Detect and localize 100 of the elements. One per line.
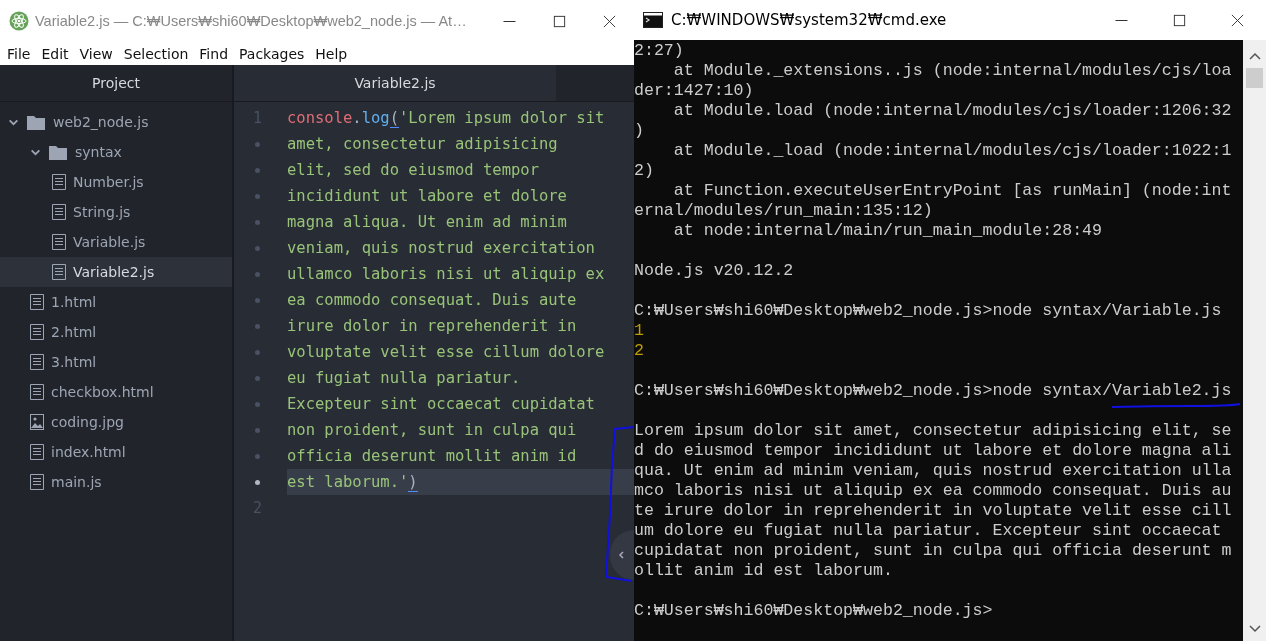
wrap-marker-icon — [255, 245, 260, 251]
tree-item[interactable]: Number.js — [0, 167, 232, 197]
console-line: at Module._load (node:internal/modules/cjs/loader:1022:1 — [672, 142, 1232, 160]
console-line: der:1427:10) — [634, 82, 754, 100]
code-line: Excepteur sint occaecat cupidatat — [287, 394, 596, 415]
menu-item[interactable]: Selection — [118, 42, 194, 65]
panel-title: Project — [0, 65, 232, 102]
code-line: veniam, quis nostrud exercitation — [287, 238, 596, 259]
console-line: te irure dolor in reprehenderit in voluptate velit esse cill — [634, 502, 1232, 520]
file-icon — [52, 174, 66, 190]
console-line: cupidatat non proident, sunt in culpa qui officia deserunt m — [634, 542, 1232, 560]
code-line: ullamco laboris nisi ut aliquip ex — [287, 264, 606, 285]
console-line: ollit anim id est laborum. — [634, 562, 893, 580]
console-line: qua. Ut enim ad minim veniam, quis nostrud exercitation ulla — [634, 462, 1232, 480]
tree-item[interactable]: web2_node.js — [0, 107, 232, 137]
maximize-icon — [551, 13, 567, 29]
code-line: elit, sed do eiusmod tempor — [287, 160, 540, 181]
scroll-up-icon[interactable] — [1248, 52, 1261, 60]
minimize-icon — [501, 20, 517, 22]
image-file-icon — [30, 414, 44, 430]
scroll-down-icon[interactable] — [1248, 625, 1261, 633]
tree-item[interactable]: coding.jpg — [0, 407, 232, 437]
wrap-marker-icon — [255, 193, 260, 199]
wrap-marker-icon — [255, 349, 260, 355]
console-icon — [643, 12, 663, 28]
menu-item[interactable]: Edit — [36, 42, 74, 65]
file-icon — [52, 234, 66, 250]
console-line: Lorem ipsum dolor sit amet, consectetur adipisicing elit, se — [634, 422, 1232, 440]
tree-item[interactable]: Variable.js — [0, 227, 232, 257]
menu-item[interactable]: Packages — [234, 42, 310, 65]
file-icon — [30, 474, 44, 490]
wrap-marker-icon — [255, 375, 260, 381]
console-line: Node.js v20.12.2 — [634, 262, 794, 280]
console-output: 1 — [634, 322, 644, 340]
editor-tab[interactable]: Variable2.js — [234, 65, 556, 101]
console-line: at Function.executeUserEntryPoint [as runMain] (node:int — [672, 182, 1232, 200]
tree-item[interactable]: checkbox.html — [0, 377, 232, 407]
console-line: 2) — [634, 162, 654, 180]
wrap-marker-icon — [255, 401, 260, 407]
console-line: C:₩Users₩shi60₩Desktop₩web2_node.js> — [634, 602, 993, 620]
tree-item[interactable]: Variable2.js — [0, 257, 232, 287]
code-line: magna aliqua. Ut enim ad minim — [287, 212, 568, 233]
console-line: at node:internal/main/run_main_module:28:49 — [672, 222, 1103, 240]
file-icon — [52, 204, 66, 220]
console-line: ernal/modules/run_main:135:12) — [634, 202, 933, 220]
maximize-icon — [1171, 12, 1187, 28]
minimize-icon — [1113, 19, 1129, 21]
wrap-marker-icon — [255, 479, 260, 485]
tree-item[interactable]: 2.html — [0, 317, 232, 347]
tree-item[interactable]: 3.html — [0, 347, 232, 377]
console-line: ) — [634, 122, 644, 140]
menu-item[interactable]: Help — [310, 42, 353, 65]
file-icon — [30, 384, 44, 400]
wrap-marker-icon — [255, 297, 260, 303]
code-line: voluptate velit esse cillum dolore — [287, 342, 606, 363]
code-line: non proident, sunt in culpa qui — [287, 420, 578, 441]
close-icon — [601, 13, 617, 29]
console-line: mco laboris nisi ut aliquip ex ea commodo consequat. Duis au — [634, 482, 1232, 500]
scrollbar[interactable] — [1243, 40, 1266, 641]
console-line: 2:27) — [634, 42, 684, 60]
menu-item[interactable]: File — [2, 42, 36, 65]
wrap-marker-icon — [255, 323, 260, 329]
folder-icon — [49, 144, 67, 160]
tree-item[interactable]: syntax — [0, 137, 232, 167]
wrap-marker-icon — [255, 453, 260, 459]
window-title: C:₩WINDOWS₩system32₩cmd.exe — [671, 11, 948, 29]
code-line: officia deserunt mollit anim id — [287, 446, 578, 467]
tree-item[interactable]: String.js — [0, 197, 232, 227]
file-icon — [30, 294, 44, 310]
console-line: at Module.load (node:internal/modules/cjs/loader:1206:32 — [672, 102, 1232, 120]
wrap-marker-icon — [255, 219, 260, 225]
chevron-left-icon — [617, 550, 627, 560]
menu-item[interactable]: View — [74, 42, 118, 65]
console-line: C:₩Users₩shi60₩Desktop₩web2_node.js>node syntax/Variable2.js — [634, 382, 1232, 400]
console-line: um dolore eu fugiat nulla pariatur. Excepteur sint occaecat — [634, 522, 1222, 540]
console-line: at Module._extensions..js (node:internal/modules/cjs/loa — [672, 62, 1232, 80]
console-output: 2 — [634, 342, 644, 360]
dock-toggle-button[interactable] — [610, 530, 634, 580]
wrap-marker-icon — [255, 271, 260, 277]
file-icon — [30, 354, 44, 370]
wrap-marker-icon — [255, 167, 260, 173]
code-line: irure dolor in reprehenderit in — [287, 316, 578, 337]
code-line: console.log('Lorem ipsum dolor sit — [287, 107, 606, 130]
scroll-thumb[interactable] — [1246, 68, 1263, 88]
wrap-marker-icon — [255, 141, 260, 147]
file-icon — [30, 444, 44, 460]
wrap-marker-icon — [255, 427, 260, 433]
close-icon — [1229, 12, 1245, 28]
menu-item[interactable]: Find — [194, 42, 233, 65]
tree-item[interactable]: main.js — [0, 467, 232, 497]
code-line: eu fugiat nulla pariatur. — [287, 368, 522, 389]
console-line: C:₩Users₩shi60₩Desktop₩web2_node.js>node syntax/Variable.js — [634, 302, 1222, 320]
file-icon — [52, 264, 66, 280]
folder-icon — [27, 114, 45, 130]
window-title: Variable2.js — C:₩Users₩shi60₩Desktop₩web2_node.js — At… — [35, 13, 467, 29]
tree-item[interactable]: 1.html — [0, 287, 232, 317]
console-line: d do eiusmod tempor incididunt ut labore et dolore magna ali — [634, 442, 1232, 460]
file-icon — [30, 324, 44, 340]
tree-item[interactable]: index.html — [0, 437, 232, 467]
atom-logo-icon — [9, 11, 29, 31]
